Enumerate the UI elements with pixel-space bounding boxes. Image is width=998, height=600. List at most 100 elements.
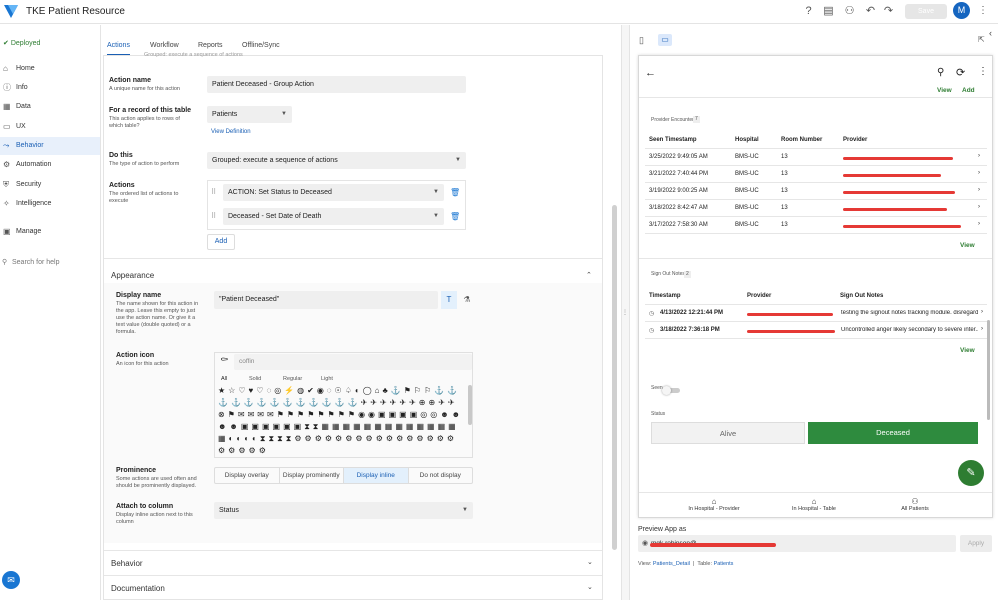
- action-item-select[interactable]: Deceased - Set Date of Death ▼: [223, 208, 444, 225]
- nav-all-patients[interactable]: ⚇ All Patients: [879, 497, 951, 512]
- col-room-number[interactable]: Room Number: [781, 137, 822, 143]
- seen-label: Seen: [651, 385, 663, 391]
- icon-grid-scrollbar[interactable]: [468, 385, 472, 425]
- action-item-select[interactable]: ACTION: Set Status to Deceased ▼: [223, 184, 444, 201]
- row-chevron-icon[interactable]: ›: [978, 187, 980, 193]
- row-chevron-icon[interactable]: ›: [978, 153, 980, 159]
- behavior-section-title[interactable]: Behavior: [111, 559, 143, 568]
- apply-button[interactable]: Apply: [960, 535, 992, 552]
- row-chevron-icon[interactable]: ›: [981, 326, 983, 332]
- refresh-icon[interactable]: ⟳: [956, 66, 965, 79]
- sidebar-item-automation[interactable]: ⚙ Automation: [0, 156, 100, 174]
- tab-offline-sync[interactable]: Offline/Sync: [242, 40, 280, 56]
- text-mode-icon[interactable]: T: [441, 291, 457, 309]
- icon-search-input[interactable]: coffin: [234, 354, 472, 370]
- encounters-view-link[interactable]: View: [960, 242, 975, 249]
- add-link[interactable]: Add: [962, 87, 975, 94]
- attach-column-select[interactable]: Status ▼: [214, 502, 473, 519]
- more-menu-icon[interactable]: ⋮: [978, 66, 988, 77]
- chat-button[interactable]: ✉: [2, 571, 20, 589]
- phone-view-icon[interactable]: ▯: [639, 35, 644, 46]
- seen-toggle-knob[interactable]: [662, 386, 671, 395]
- save-button[interactable]: Save: [905, 4, 947, 19]
- row-chevron-icon[interactable]: ›: [978, 204, 980, 210]
- row-chevron-icon[interactable]: ›: [978, 170, 980, 176]
- open-external-icon[interactable]: ⇱: [978, 35, 985, 44]
- action-name-input[interactable]: Patient Deceased - Group Action: [207, 76, 466, 93]
- tablet-view-icon[interactable]: ▭: [658, 34, 672, 46]
- redo-icon[interactable]: ↷: [882, 5, 895, 18]
- col-provider[interactable]: Provider: [747, 293, 771, 299]
- col-timestamp[interactable]: Timestamp: [649, 293, 681, 299]
- display-overlay-option[interactable]: Display overlay: [215, 468, 280, 483]
- sidebar-item-data[interactable]: ▦ Data: [0, 98, 100, 116]
- chevron-up-icon[interactable]: ⌃: [586, 271, 592, 279]
- view-definition-link[interactable]: View Definition: [211, 129, 251, 135]
- tab-actions[interactable]: Actions: [107, 40, 130, 56]
- col-seen-timestamp[interactable]: Seen Timestamp: [649, 137, 697, 143]
- display-prominently-option[interactable]: Display prominently: [280, 468, 344, 483]
- back-arrow-icon[interactable]: ←: [645, 67, 656, 79]
- documentation-section-title[interactable]: Documentation: [111, 584, 165, 593]
- icon-filter-light[interactable]: Light: [321, 376, 333, 383]
- display-inline-option[interactable]: Display inline: [344, 468, 409, 483]
- preview-scrollbar[interactable]: [987, 320, 990, 420]
- icon-grid[interactable]: ★☆♡♥♡◌◎⚡◍✔◉◌☉♤◐◯⌂♣⚓⚑⚐⚐⚓⚓⚓⚓⚓⚓⚓⚓⚓⚓⚓⚓⚓✈✈✈✈✈…: [218, 385, 465, 457]
- icon-filter-all[interactable]: All: [221, 376, 227, 383]
- table-select[interactable]: Patients ▼: [207, 106, 292, 123]
- drag-handle-icon[interactable]: ⠿: [211, 212, 216, 220]
- dropdown-icon: ▼: [455, 157, 461, 163]
- icon-filter-solid[interactable]: Solid: [249, 376, 261, 383]
- col-provider[interactable]: Provider: [843, 137, 867, 143]
- display-name-input[interactable]: "Patient Deceased": [214, 291, 438, 309]
- table-link[interactable]: Patients: [714, 561, 734, 567]
- add-person-icon[interactable]: ⚇: [843, 5, 856, 18]
- row-chevron-icon[interactable]: ›: [978, 221, 980, 227]
- view-link[interactable]: View: [937, 87, 952, 94]
- prominence-label: Prominence: [116, 467, 157, 474]
- do-not-display-option[interactable]: Do not display: [409, 468, 473, 483]
- drag-handle-icon[interactable]: ⠿: [211, 188, 216, 196]
- for-record-label: For a record of this table: [109, 107, 192, 114]
- add-action-button[interactable]: Add: [207, 234, 235, 250]
- nav-in-hospital-provider[interactable]: ⌂ In Hospital - Provider: [678, 497, 750, 512]
- encounter-room: 13: [781, 154, 788, 160]
- status-deceased-button[interactable]: Deceased: [808, 422, 978, 444]
- delete-icon[interactable]: 🗑: [450, 212, 460, 221]
- help-icon[interactable]: ?: [802, 5, 815, 18]
- appearance-section-title[interactable]: Appearance: [111, 271, 154, 280]
- edit-fab-button[interactable]: ✎: [958, 460, 984, 486]
- sidebar-item-security[interactable]: ⛨ Security: [0, 176, 100, 194]
- chevron-down-icon[interactable]: ⌄: [587, 558, 593, 566]
- lightbulb-icon: ✧: [3, 199, 10, 208]
- action-type-select[interactable]: Grouped: execute a sequence of actions ▼: [207, 152, 466, 169]
- sidebar-item-intelligence[interactable]: ✧ Intelligence: [0, 195, 100, 213]
- search-icon[interactable]: ⚲: [937, 67, 944, 78]
- avatar[interactable]: M: [953, 2, 970, 19]
- icon-filter-regular[interactable]: Regular: [283, 376, 302, 383]
- delete-icon[interactable]: 🗑: [450, 188, 460, 197]
- sidebar-item-ux[interactable]: ▭ UX: [0, 118, 100, 136]
- more-menu-icon[interactable]: ⋮: [978, 5, 988, 16]
- chevron-down-icon[interactable]: ⌄: [587, 583, 593, 591]
- collapse-chevron-icon[interactable]: ‹: [989, 28, 992, 38]
- undo-icon[interactable]: ↶: [864, 5, 877, 18]
- help-search-input[interactable]: ⚲ Search for help: [0, 255, 100, 271]
- formula-icon[interactable]: ⚗: [460, 291, 474, 309]
- view-link[interactable]: Patients_Detail: [653, 561, 690, 567]
- nav-in-hospital-table[interactable]: ⌂ In Hospital - Table: [778, 497, 850, 512]
- editor-scrollbar[interactable]: [612, 205, 617, 550]
- notes-view-link[interactable]: View: [960, 347, 975, 354]
- sidebar-item-home[interactable]: ⌂ Home: [0, 60, 100, 78]
- redacted-provider: [747, 330, 835, 333]
- sidebar-item-behavior[interactable]: ⤳ Behavior: [0, 137, 100, 155]
- status-alive-button[interactable]: Alive: [651, 422, 805, 444]
- sidebar-item-manage[interactable]: ▣ Manage: [0, 223, 100, 241]
- col-sign-out-notes[interactable]: Sign Out Notes: [840, 293, 883, 299]
- drag-handle-icon[interactable]: ⋮: [622, 309, 628, 316]
- sidebar-item-info[interactable]: ⓘ Info: [0, 79, 100, 97]
- documentation-icon[interactable]: ▤: [822, 5, 835, 18]
- row-chevron-icon[interactable]: ›: [981, 309, 983, 315]
- col-hospital[interactable]: Hospital: [735, 137, 759, 143]
- divider: [645, 321, 987, 322]
